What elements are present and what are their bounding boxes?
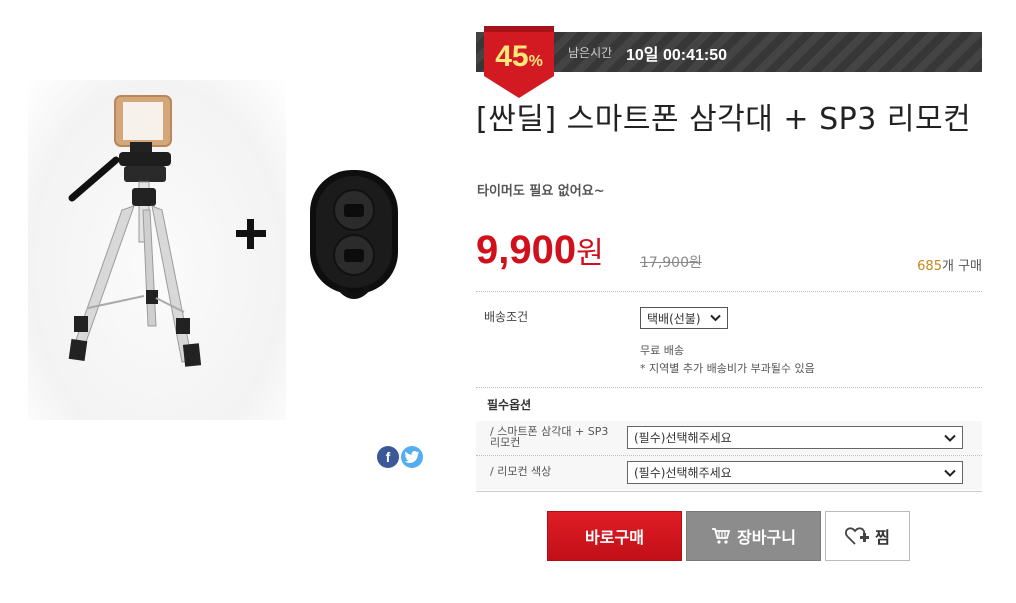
option-select-placeholder: (필수)선택해주세요 [634, 431, 732, 445]
shipping-note: * 지역별 추가 배송비가 부과될수 있음 [640, 362, 815, 375]
countdown-value: 10일 00:41:50 [626, 47, 728, 64]
required-options-header: 필수옵션 [487, 398, 532, 412]
buy-now-label: 바로구매 [585, 528, 644, 547]
sale-price-unit: 원 [576, 236, 604, 271]
shipping-method-select[interactable]: 택배(선불) [640, 307, 728, 329]
facebook-glyph: f [385, 449, 391, 465]
wishlist-button[interactable]: 찜 [825, 511, 910, 561]
twitter-bird [405, 451, 419, 463]
option-select-remote-color[interactable]: (필수)선택해주세요 [627, 461, 963, 484]
heart-plus-icon [845, 526, 870, 546]
option-row: / 리모컨 색상 (필수)선택해주세요 [476, 456, 982, 490]
countdown-label: 남은시간 [568, 46, 613, 60]
chevron-down-icon [944, 434, 956, 442]
discount-badge: 45% [484, 26, 554, 98]
wishlist-label: 찜 [875, 528, 890, 547]
divider [476, 291, 982, 292]
share-buttons: f [377, 446, 423, 468]
chevron-down-icon [944, 469, 956, 477]
product-title: [싼딜] 스마트폰 삼각대 + SP3 리모컨 [476, 102, 972, 137]
option-row: / 스마트폰 삼각대 + SP3 리모컨 (필수)선택해주세요 [476, 421, 982, 455]
option-label: / 스마트폰 삼각대 + SP3 리모컨 [490, 426, 608, 448]
discount-percent-sign: % [528, 53, 543, 70]
chevron-down-icon [710, 311, 721, 325]
divider [476, 491, 982, 492]
plus-sign [236, 219, 266, 249]
discount-text: 45% [484, 40, 554, 74]
remote-illustration [310, 170, 398, 299]
option-label-line2: 리모컨 [490, 436, 521, 449]
shipping-method-value: 택배(선불) [647, 311, 701, 326]
product-image [24, 60, 434, 430]
sales-count-suffix: 개 구매 [941, 259, 982, 274]
buy-now-button[interactable]: 바로구매 [547, 511, 682, 561]
tripod-illustration [68, 95, 202, 367]
sales-count: 685개 구매 [917, 255, 982, 274]
discount-percent: 45 [495, 40, 529, 73]
shipping-label: 배송조건 [484, 310, 529, 324]
product-illustration [68, 95, 398, 367]
divider [476, 387, 982, 388]
option-select-placeholder: (필수)선택해주세요 [634, 466, 732, 480]
add-to-cart-label: 장바구니 [737, 528, 796, 547]
shipping-free-text: 무료 배송 [640, 344, 684, 357]
add-to-cart-button[interactable]: 장바구니 [686, 511, 821, 561]
option-label: / 리모컨 색상 [490, 466, 551, 477]
original-price: 17,900원 [640, 255, 702, 271]
sale-price-value: 9,900 [476, 228, 577, 272]
sale-price: 9,900원 [476, 228, 604, 273]
option-label-line1: / 리모컨 색상 [490, 465, 552, 478]
option-select-product[interactable]: (필수)선택해주세요 [627, 426, 963, 449]
product-subtitle: 타이머도 필요 없어요~ [477, 184, 605, 199]
twitter-icon[interactable] [401, 446, 423, 468]
sales-count-number: 685 [917, 259, 942, 274]
cart-icon [711, 527, 731, 545]
facebook-icon[interactable]: f [377, 446, 399, 468]
